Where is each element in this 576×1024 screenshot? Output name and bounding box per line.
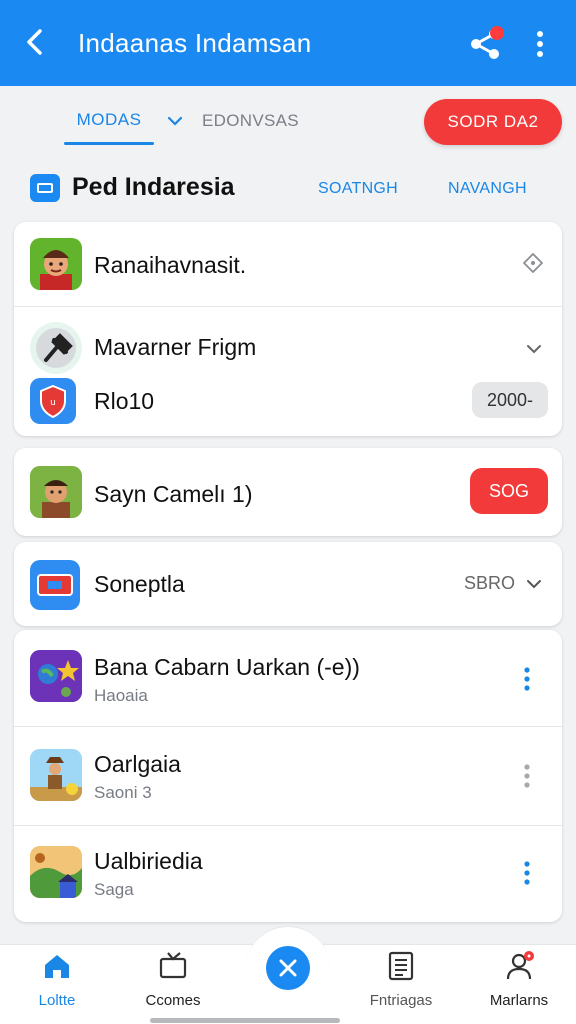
app-title: Indaanas Indamsan	[78, 28, 312, 58]
item-title: Soneptla	[94, 571, 185, 597]
pin-icon	[30, 322, 82, 374]
explorer-icon	[30, 749, 82, 801]
link-navangh[interactable]: NAVANGH	[448, 180, 527, 198]
shield-icon: u	[30, 378, 76, 424]
list-card-4: Bana Cabarn Uarkan (-e)) Haoaia Oarlgaia…	[14, 630, 562, 922]
item-title: Sayn Camelı 1)	[94, 481, 253, 507]
location-icon[interactable]	[522, 252, 544, 274]
list-card-3[interactable]: Soneptla SBRO	[14, 542, 562, 626]
list-item[interactable]: u Rlo10 2000-	[14, 372, 562, 436]
tab-edonvsas[interactable]: EDONVSAS	[202, 111, 299, 131]
item-title: Oarlgaia	[94, 751, 181, 777]
game-icon	[30, 650, 82, 702]
item-subtitle: Saoni 3	[94, 783, 152, 802]
nav-item-marlarns[interactable]: Marlarns	[464, 950, 574, 1020]
tab-modas[interactable]: MODAS	[64, 110, 154, 130]
nav-item-ccomes[interactable]: Ccomes	[118, 950, 228, 1020]
home-icon	[45, 955, 69, 978]
home-indicator	[150, 1018, 340, 1023]
app-bar: Indaanas Indamsan	[0, 0, 576, 86]
more-vert-icon[interactable]	[522, 666, 532, 692]
list-item[interactable]: Ranaihavnasit.	[14, 222, 562, 306]
action-button[interactable]: SODR DA2	[424, 99, 562, 145]
notification-dot	[490, 26, 504, 40]
chevron-down-icon[interactable]	[166, 112, 184, 130]
arrow-back-icon[interactable]	[18, 24, 54, 60]
chevron-down-icon[interactable]	[524, 574, 544, 594]
section-title: Ped Indaresia	[72, 173, 235, 201]
item-title: Bana Cabarn Uarkan (-e))	[94, 654, 360, 680]
tv-icon	[30, 174, 60, 202]
profile-icon	[506, 951, 534, 980]
sog-button[interactable]: SOG	[470, 468, 548, 514]
chip-value: 2000-	[486, 390, 534, 410]
svg-text:u: u	[50, 398, 56, 408]
more-vert-icon[interactable]	[526, 28, 554, 60]
more-vert-icon[interactable]	[522, 763, 532, 789]
nav-label: Marlarns	[489, 992, 549, 1009]
list-item[interactable]: Ualbiriedia Saga	[14, 826, 562, 922]
sog-button-label: SOG	[488, 481, 529, 501]
close-fab-button[interactable]	[266, 946, 310, 990]
link-soatngh[interactable]: SOATNGH	[318, 180, 398, 198]
item-title: Rlo10	[94, 388, 155, 414]
nav-label: Fntriagas	[369, 992, 433, 1009]
more-vert-icon[interactable]	[522, 860, 532, 886]
item-value: SBRO	[464, 573, 516, 593]
tab-indicator	[64, 142, 154, 145]
item-title: Mavarner Frigm	[94, 334, 257, 360]
item-title: Ualbiriedia	[94, 848, 203, 874]
landscape-icon	[30, 846, 82, 898]
tv-icon	[159, 952, 187, 979]
avatar-icon	[30, 238, 82, 290]
section-header: Ped Indaresia SOATNGH NAVANGH	[0, 160, 576, 216]
close-icon	[279, 959, 297, 977]
card-icon	[30, 560, 80, 610]
nav-label: Loltte	[38, 992, 76, 1009]
nav-item-home[interactable]: Loltte	[2, 950, 112, 1020]
nav-item-fntriagas[interactable]: Fntriagas	[346, 950, 456, 1020]
document-icon	[388, 951, 414, 981]
nav-label: Ccomes	[145, 992, 201, 1009]
chevron-down-icon[interactable]	[524, 339, 544, 359]
list-item[interactable]: Oarlgaia Saoni 3	[14, 727, 562, 825]
item-subtitle: Saga	[94, 880, 134, 899]
avatar-icon	[30, 466, 82, 518]
value-chip[interactable]: 2000-	[472, 382, 548, 418]
list-item[interactable]: Mavarner Frigm	[14, 307, 562, 374]
tab-bar: MODAS EDONVSAS SODR DA2	[0, 86, 576, 158]
list-item[interactable]: Bana Cabarn Uarkan (-e)) Haoaia	[14, 630, 562, 726]
item-subtitle: Haoaia	[94, 686, 148, 705]
item-title: Ranaihavnasit.	[94, 252, 247, 278]
list-card-2[interactable]: Sayn Camelı 1) SOG	[14, 448, 562, 536]
list-card-1: Ranaihavnasit. Mavarner Frigm u Rlo10 20…	[14, 222, 562, 436]
